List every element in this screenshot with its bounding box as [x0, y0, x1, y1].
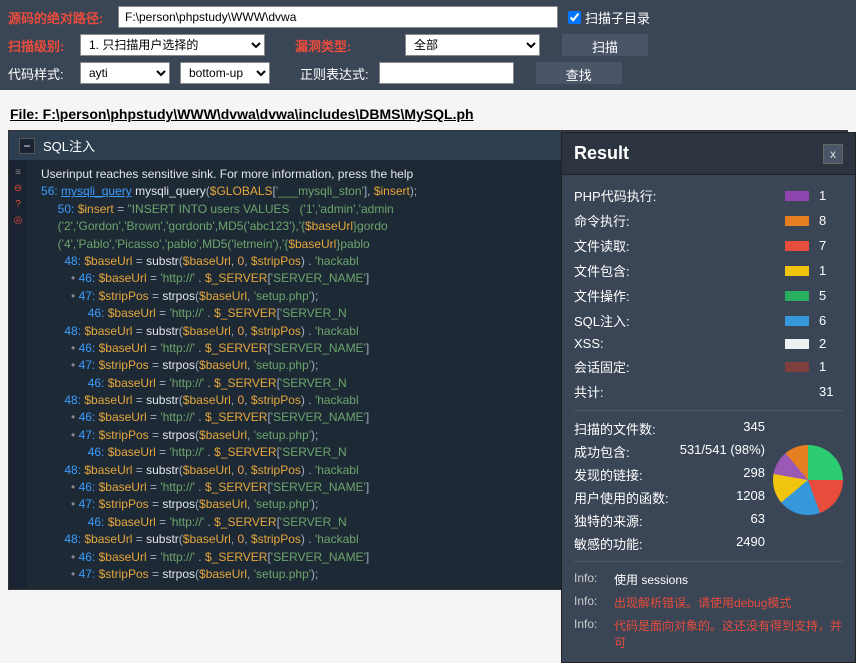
stat-row: PHP代码执行: 1	[574, 183, 843, 208]
question-icon[interactable]: ?	[11, 198, 25, 212]
scan-button[interactable]: 扫描	[562, 34, 648, 56]
stat-label: SQL注入:	[574, 311, 785, 330]
stat-row: 文件操作: 5	[574, 283, 843, 308]
target-icon[interactable]: ◎	[11, 214, 25, 228]
info-msg: Info: 使用 sessions	[574, 568, 843, 591]
info-value: 1208	[736, 488, 765, 507]
code-style-label: 代码样式:	[8, 64, 70, 83]
stat-color-bar	[785, 216, 809, 226]
info-label: 独特的来源:	[574, 511, 643, 530]
bars-icon[interactable]: ≡	[11, 166, 25, 180]
info-messages: Info: 使用 sessions Info: 出现解析错误。请使用debug模式 In…	[574, 568, 843, 654]
search-button[interactable]: 查找	[536, 62, 622, 84]
info-label: 成功包含:	[574, 442, 630, 461]
stat-row: 文件读取: 7	[574, 233, 843, 258]
vuln-type-select[interactable]: 全部	[405, 34, 540, 56]
scan-level-label: 扫描级别:	[8, 36, 70, 55]
path-label: 源码的绝对路径:	[8, 8, 108, 27]
msg-text: 代码是面向对象的。这还没有得到支持，并可	[614, 617, 843, 651]
info-row: 用户使用的函数: 1208	[574, 486, 765, 509]
info-label: 用户使用的函数:	[574, 488, 669, 507]
stat-color-bar	[785, 316, 809, 326]
code-style-select[interactable]: ayti	[80, 62, 170, 84]
vuln-type-label: 漏洞类型:	[295, 36, 395, 55]
stat-value: 7	[819, 238, 843, 253]
stat-value: 31	[819, 384, 843, 399]
msg-text: 出现解析错误。请使用debug模式	[614, 594, 791, 611]
msg-text: 使用 sessions	[614, 571, 688, 588]
stat-label: 命令执行:	[574, 211, 785, 230]
info-row: 扫描的文件数: 345	[574, 417, 765, 440]
scan-stats: 扫描的文件数: 345 成功包含: 531/541 (98%) 发现的链接: 298 用户使…	[574, 417, 765, 555]
gutter: ≡ ⊖ ? ◎	[9, 160, 27, 589]
info-row: 发现的链接: 298	[574, 463, 765, 486]
minus-icon[interactable]: ⊖	[11, 182, 25, 196]
code-header-title: SQL注入	[43, 136, 95, 155]
stat-color-bar	[785, 266, 809, 276]
stat-row: XSS: 2	[574, 333, 843, 354]
direction-select[interactable]: bottom-up	[180, 62, 270, 84]
info-value: 345	[743, 419, 765, 438]
info-value: 2490	[736, 534, 765, 553]
msg-key: Info:	[574, 571, 606, 588]
scan-subdirs-label: 扫描子目录	[585, 8, 650, 27]
info-msg: Info:代码是面向对象的。这还没有得到支持，并可	[574, 614, 843, 654]
stat-row: SQL注入: 6	[574, 308, 843, 333]
regex-input[interactable]	[379, 62, 514, 84]
scan-subdirs-check[interactable]	[568, 11, 581, 24]
stat-value: 8	[819, 213, 843, 228]
stat-color-bar	[785, 339, 809, 349]
info-label: 敏感的功能:	[574, 534, 643, 553]
info-label: 扫描的文件数:	[574, 419, 656, 438]
result-panel: Result x PHP代码执行: 1 命令执行: 8 文件读取: 7 文件包含: 1 文件操作…	[561, 132, 856, 663]
collapse-button[interactable]: −	[19, 138, 35, 154]
stat-label: 文件读取:	[574, 236, 785, 255]
info-row: 敏感的功能: 2490	[574, 532, 765, 555]
close-button[interactable]: x	[823, 144, 843, 164]
stat-color-bar	[785, 291, 809, 301]
path-input[interactable]	[118, 6, 558, 28]
stat-label: 文件操作:	[574, 286, 785, 305]
info-value: 63	[751, 511, 765, 530]
stat-color-bar	[785, 241, 809, 251]
file-title: File: F:\person\phpstudy\WWW\dvwa\dvwa\i…	[0, 90, 856, 130]
stat-value: 1	[819, 263, 843, 278]
vuln-stats: PHP代码执行: 1 命令执行: 8 文件读取: 7 文件包含: 1 文件操作: 5 SQL注入: 6…	[574, 183, 843, 404]
stat-row: 命令执行: 8	[574, 208, 843, 233]
info-label: 发现的链接:	[574, 465, 643, 484]
stat-value: 5	[819, 288, 843, 303]
stat-value: 1	[819, 359, 843, 374]
regex-label: 正则表达式:	[300, 64, 369, 83]
stat-row: 文件包含: 1	[574, 258, 843, 283]
stat-value: 6	[819, 313, 843, 328]
result-title: Result	[574, 143, 629, 164]
info-value: 531/541 (98%)	[680, 442, 765, 461]
stat-value: 1	[819, 188, 843, 203]
stat-label: 文件包含:	[574, 261, 785, 280]
stat-color-bar	[785, 191, 809, 201]
info-row: 独特的来源: 63	[574, 509, 765, 532]
stat-label: PHP代码执行:	[574, 186, 785, 205]
scan-level-select[interactable]: 1. 只扫描用户选择的	[80, 34, 265, 56]
scan-subdirs-checkbox[interactable]: 扫描子目录	[568, 8, 650, 27]
result-header: Result x	[562, 133, 855, 175]
msg-key: Info:	[574, 617, 606, 651]
stat-row: 共计:31	[574, 379, 843, 404]
pie-chart	[773, 445, 843, 515]
stat-label: 会话固定:	[574, 357, 785, 376]
stat-label: 共计:	[574, 382, 819, 401]
stat-color-bar	[785, 362, 809, 372]
top-config-bar: 源码的绝对路径: 扫描子目录 扫描级别: 1. 只扫描用户选择的 漏洞类型: 全…	[0, 0, 856, 90]
stat-value: 2	[819, 336, 843, 351]
info-row: 成功包含: 531/541 (98%)	[574, 440, 765, 463]
msg-key: Info:	[574, 594, 606, 611]
info-value: 298	[743, 465, 765, 484]
stat-label: XSS:	[574, 336, 785, 351]
stat-row: 会话固定: 1	[574, 354, 843, 379]
